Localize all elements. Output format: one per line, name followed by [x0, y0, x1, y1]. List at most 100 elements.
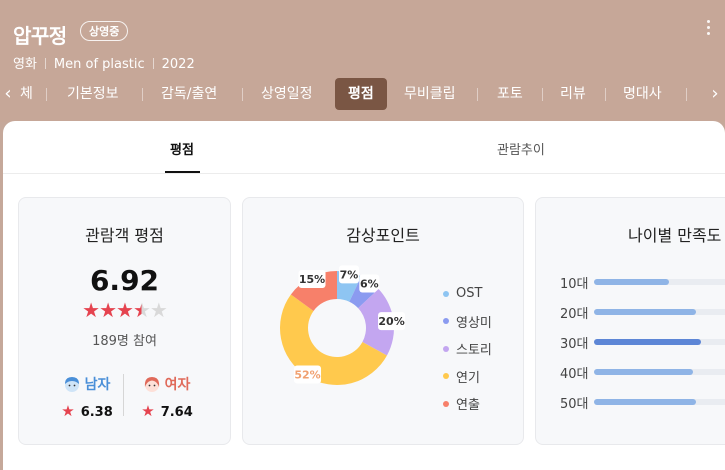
legend-label: OST [456, 286, 483, 302]
svg-text:6%: 6% [360, 278, 379, 291]
legend-dot [443, 373, 449, 380]
age-bar-row: 30대 [560, 332, 725, 352]
age-label: 30대 [560, 336, 589, 352]
legend-item: 연출 [443, 390, 492, 418]
age-bar [594, 279, 669, 285]
age-label: 10대 [560, 276, 589, 292]
legend-item: OST [443, 280, 492, 308]
legend-item: 스토리 [443, 335, 492, 363]
tab-photo[interactable]: 포토 [497, 78, 523, 110]
tab-divider [605, 88, 606, 101]
tab-schedule[interactable]: 상영일정 [261, 78, 313, 110]
donut-value-label: 15% [298, 269, 326, 288]
donut-value-label: 7% [338, 265, 359, 284]
legend-item: 영상미 [443, 308, 492, 336]
age-satisfaction-card: 나이별 만족도 10대 20대 30대 40대 50대 [535, 197, 725, 445]
donut-value-label: 6% [359, 274, 380, 293]
legend-label: 연기 [456, 370, 480, 386]
star-icon: ★ [99, 298, 117, 322]
age-label: 20대 [560, 306, 589, 322]
tab-basic-info[interactable]: 기본정보 [67, 78, 119, 110]
rating-stars: ★★★★★ [19, 298, 230, 322]
movie-header: 압꾸정 상영중 영화 Men of plastic 2022 ‹ 체 기본정보 감독… [0, 0, 725, 122]
age-bar-row: 20대 [560, 302, 725, 322]
tab-overview[interactable]: 체 [20, 78, 33, 110]
svg-text:52%: 52% [294, 368, 320, 381]
legend-dot [443, 345, 449, 352]
legend-dot [443, 400, 449, 407]
tab-divider [686, 88, 687, 101]
svg-text:20%: 20% [378, 315, 404, 328]
male-score: 6.38 [80, 405, 113, 420]
tab-divider [542, 88, 543, 101]
tab-divider [46, 88, 47, 101]
female-label: 여자 [164, 377, 191, 393]
star-icon: ★ [61, 402, 75, 420]
age-label: 40대 [560, 366, 589, 382]
legend-dot [443, 290, 449, 297]
card-title: 감상포인트 [346, 226, 420, 245]
age-bar [594, 309, 696, 315]
svg-text:7%: 7% [340, 268, 359, 281]
legend-label: 연출 [456, 398, 480, 414]
movie-meta: 영화 Men of plastic 2022 [13, 53, 195, 72]
movie-title: 압꾸정 [13, 24, 67, 48]
age-bar-track [594, 399, 725, 405]
meta-divider [152, 58, 154, 69]
rating-score: 6.92 [89, 264, 160, 297]
tab-divider [242, 88, 243, 101]
chevron-right-icon[interactable]: › [707, 84, 723, 104]
star-icon: ★ [141, 402, 155, 420]
subtab-viewing-trend[interactable]: 관람추이 [497, 139, 545, 158]
male-label: 남자 [84, 377, 111, 393]
legend-label: 영상미 [456, 315, 492, 331]
card-title: 관람객 평점 [85, 226, 164, 245]
age-bar-track [594, 369, 725, 375]
svg-text:15%: 15% [299, 273, 325, 286]
male-rating: 남자 ★ 6.38 [47, 374, 127, 420]
tab-cast[interactable]: 감독/출연 [161, 78, 217, 110]
meta-year: 2022 [161, 57, 195, 72]
meta-divider [44, 58, 46, 69]
subtabs-divider [3, 173, 725, 174]
tab-quotes[interactable]: 명대사 [623, 78, 662, 110]
age-bar-track [594, 309, 725, 315]
tab-movie-clip[interactable]: 무비클립 [404, 78, 456, 110]
status-badge: 상영중 [80, 21, 129, 41]
tab-divider [142, 88, 143, 101]
section-tabs: ‹ 체 기본정보 감독/출연 상영일정 평점 무비클립 포토 리뷰 명대사 › [0, 78, 725, 110]
age-bar-track [594, 279, 725, 285]
donut-value-label: 52% [294, 365, 322, 384]
tab-review[interactable]: 리뷰 [560, 78, 586, 110]
content-panel: 평점 관람추이 관람객 평점 6.92 ★★★★★ 189명 참여 남자 ★ 6.… [3, 121, 725, 470]
female-rating: 여자 ★ 7.64 [127, 374, 207, 420]
card-title: 나이별 만족도 [628, 226, 722, 245]
male-face-icon [64, 377, 79, 392]
more-options-icon[interactable] [704, 20, 712, 40]
age-bar [594, 369, 693, 375]
legend-label: 스토리 [456, 343, 492, 359]
tab-rating[interactable]: 평점 [335, 78, 387, 110]
age-bar-track [594, 339, 725, 345]
age-label: 50대 [560, 396, 589, 412]
star-empty-icon: ★ [149, 298, 168, 322]
age-bar-row: 50대 [560, 392, 725, 412]
tab-divider [477, 88, 478, 101]
chart-legend: OST 영상미스토리연기연출 [443, 280, 492, 418]
donut-value-label: 20% [378, 312, 406, 331]
female-face-icon [144, 377, 159, 392]
subtab-rating[interactable]: 평점 [170, 139, 194, 158]
star-icon: ★ [116, 298, 134, 322]
age-bar [594, 399, 696, 405]
age-bar-row: 10대 [560, 272, 725, 292]
legend-item: 연기 [443, 363, 492, 391]
viewing-points-donut-chart: 7%6% 20% 52% 15% [279, 265, 406, 386]
chevron-left-icon[interactable]: ‹ [0, 84, 16, 104]
age-bar-row: 40대 [560, 362, 725, 382]
legend-dot [443, 318, 449, 325]
participant-count: 189명 참여 [92, 334, 157, 349]
star-icon: ★ [82, 298, 100, 322]
audience-rating-card: 관람객 평점 6.92 ★★★★★ 189명 참여 남자 ★ 6.38 여자 ★… [18, 197, 231, 445]
female-score: 7.64 [160, 405, 193, 420]
star-half-icon: ★ [132, 298, 151, 322]
